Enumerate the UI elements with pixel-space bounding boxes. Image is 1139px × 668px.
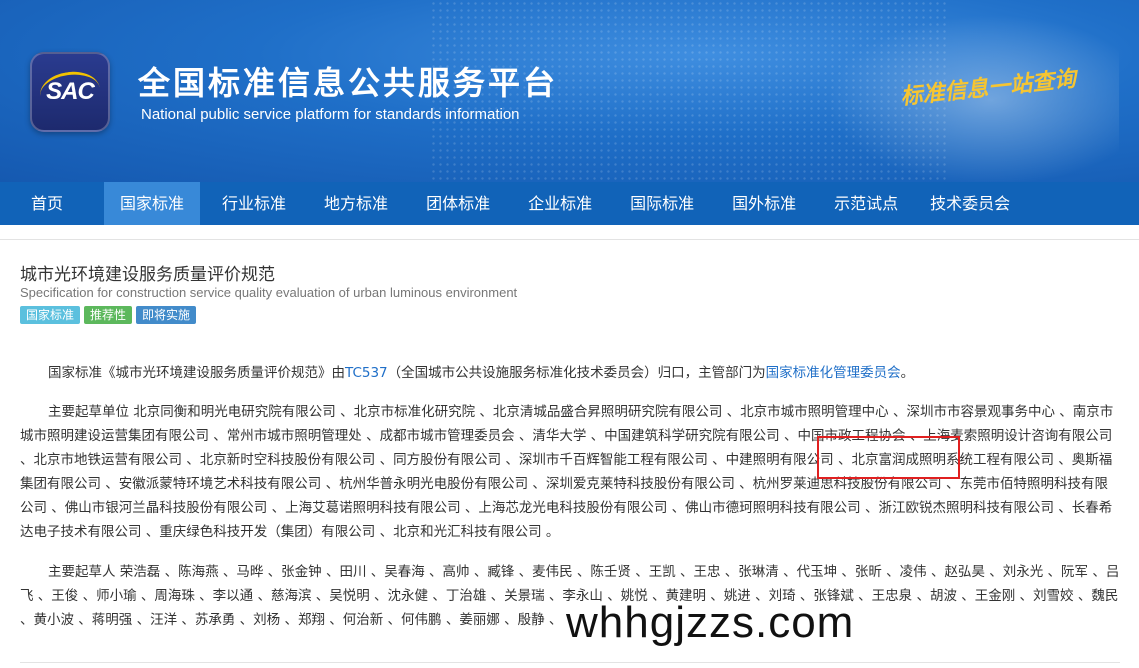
badge-national-standard: 国家标准 <box>20 306 81 324</box>
nav-item-international-standards[interactable]: 国际标准 <box>614 182 710 225</box>
nav-item-national-standards[interactable]: 国家标准 <box>104 182 201 225</box>
bottom-divider <box>20 662 1120 663</box>
intro-suffix: 。 <box>900 365 915 381</box>
nav-item-group-standards[interactable]: 团体标准 <box>410 182 506 225</box>
nav-item-foreign-standards[interactable]: 国外标准 <box>716 182 812 225</box>
nav-item-home[interactable]: 首页 <box>0 182 94 225</box>
standard-title: 城市光环境建设服务质量评价规范 <box>20 265 275 285</box>
main-nav: 首页 国家标准 行业标准 地方标准 团体标准 企业标准 国际标准 国外标准 示范… <box>0 182 1139 225</box>
badge-upcoming: 即将实施 <box>136 306 197 324</box>
header-banner: SAC 全国标准信息公共服务平台 National public service… <box>0 0 1139 182</box>
dept-link[interactable]: 国家标准化管理委员会 <box>766 365 901 381</box>
site-subtitle: National public service platform for sta… <box>141 106 520 123</box>
intro-middle: （全国城市公共设施服务标准化技术委员会）归口，主管部门为 <box>387 365 766 381</box>
highlight-annotation-box <box>817 436 960 479</box>
nav-item-technical-committees[interactable]: 技术委员会 <box>914 182 1026 225</box>
watermark-text: whhgjzzs.com <box>566 598 855 647</box>
site-title: 全国标准信息公共服务平台 <box>138 64 559 102</box>
standard-badges: 国家标准 推荐性 即将实施 <box>20 306 197 324</box>
intro-prefix: 国家标准《城市光环境建设服务质量评价规范》由 <box>48 365 345 381</box>
tc-link[interactable]: TC537 <box>345 365 388 381</box>
nav-item-enterprise-standards[interactable]: 企业标准 <box>512 182 608 225</box>
nav-item-industry-standards[interactable]: 行业标准 <box>206 182 302 225</box>
sac-logo[interactable]: SAC <box>30 52 110 132</box>
nav-item-local-standards[interactable]: 地方标准 <box>308 182 404 225</box>
logo-text: SAC <box>46 78 95 105</box>
badge-recommended: 推荐性 <box>84 306 133 324</box>
content-divider <box>0 239 1139 240</box>
standard-english-title: Specification for construction service q… <box>20 285 518 300</box>
nav-item-demonstration-pilots[interactable]: 示范试点 <box>818 182 914 225</box>
intro-paragraph: 国家标准《城市光环境建设服务质量评价规范》由TC537（全国城市公共设施服务标准… <box>20 361 1120 385</box>
